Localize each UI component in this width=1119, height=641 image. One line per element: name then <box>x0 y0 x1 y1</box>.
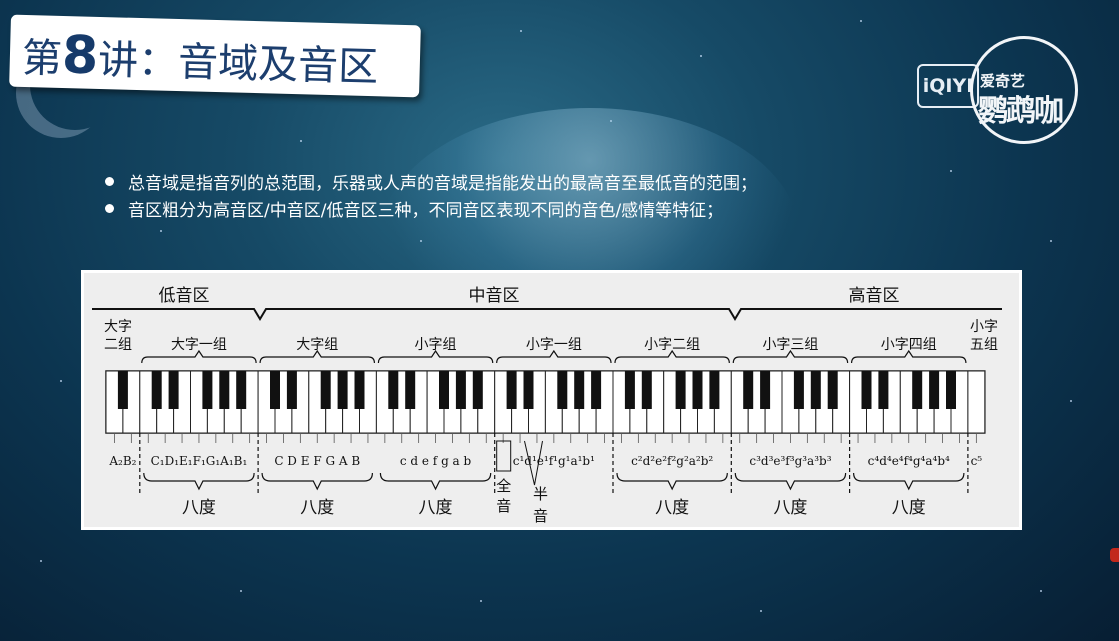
group-label: 小字 <box>970 319 998 335</box>
group-label: 大字 <box>104 319 132 335</box>
octave-brace <box>379 472 492 491</box>
black-key <box>675 371 686 409</box>
title-number: 8 <box>61 25 100 87</box>
octave-brace <box>616 472 728 491</box>
octave-label: 八度 <box>300 498 334 518</box>
black-key <box>709 371 720 409</box>
black-key <box>354 371 365 409</box>
black-key <box>151 371 162 409</box>
group-label: 二组 <box>104 337 132 353</box>
note-names-label: c²d²e²f²g²a²b² <box>631 454 713 468</box>
group-label: 小字二组 <box>644 337 700 353</box>
black-key <box>946 371 956 409</box>
note-names-label: c³d³e³f³g³a³b³ <box>749 454 831 468</box>
bullet-dot-icon <box>105 177 114 186</box>
whole-tone-label: 全 <box>496 477 511 495</box>
semitone-label: 音 <box>533 507 548 525</box>
note-names-label: c⁵ <box>971 454 983 468</box>
black-key <box>337 371 348 409</box>
group-label: 五组 <box>970 337 998 353</box>
group-label: 小字四组 <box>881 337 937 353</box>
whole-tone-marker <box>496 440 512 472</box>
channel-logo-big: 鹦鹉咖 <box>978 94 1064 129</box>
black-key <box>472 371 483 409</box>
black-key <box>168 371 179 409</box>
black-key <box>861 371 872 409</box>
black-key <box>692 371 703 409</box>
black-key <box>439 371 449 409</box>
register-label-mid: 中音区 <box>469 286 520 306</box>
black-key <box>641 371 652 409</box>
black-key <box>506 371 517 409</box>
note-names-label: c¹d¹e¹f¹g¹a¹b¹ <box>513 454 595 468</box>
group-label: 大字组 <box>296 337 338 353</box>
black-key <box>591 371 602 409</box>
black-key <box>117 371 128 409</box>
piano-diagram-svg: 低音区 中音区 高音区大字二组 大字一组 大字组 小字组 小字一组 小字二组 小字三组 小字四组 小… <box>92 286 1002 525</box>
black-key <box>743 371 754 409</box>
octave-brace <box>143 472 255 491</box>
note-names-label: C₁D₁E₁F₁G₁A₁B₁ <box>151 454 248 468</box>
black-key <box>236 371 247 409</box>
title-suffix: 讲：音域及音区 <box>97 37 379 91</box>
black-key <box>202 371 213 409</box>
bullet-text: 音区粗分为高音区/中音区/低音区三种，不同音区表现不同的音色/感情等特征； <box>128 201 724 221</box>
note-names-label: A₂B₂ <box>108 454 136 468</box>
black-key <box>405 371 416 409</box>
black-key <box>219 371 230 409</box>
black-key <box>624 371 635 409</box>
white-key <box>967 370 986 434</box>
black-key <box>929 371 940 409</box>
black-key <box>793 371 804 409</box>
note-names-label: c d e f g a b <box>400 454 472 468</box>
octave-label: 八度 <box>419 498 453 518</box>
black-key <box>878 371 889 409</box>
group-label: 小字组 <box>415 337 457 353</box>
register-label-high: 高音区 <box>849 286 900 306</box>
group-label: 小字三组 <box>762 337 818 353</box>
black-key <box>523 371 534 409</box>
bullet-list: 总音域是指音列的总范围，乐器或人声的音域是指能发出的最高音至最低音的范围； 音区… <box>105 168 757 222</box>
black-key <box>320 371 331 409</box>
black-key <box>388 371 399 409</box>
black-key <box>760 371 771 409</box>
octave-label: 八度 <box>892 498 926 518</box>
slide-title: 第8讲：音域及音区 <box>21 21 379 96</box>
bullet-item: 音区粗分为高音区/中音区/低音区三种，不同音区表现不同的音色/感情等特征； <box>105 195 757 222</box>
title-prefix: 第 <box>21 35 63 83</box>
black-key <box>574 371 585 409</box>
group-label: 大字一组 <box>171 337 227 353</box>
semitone-label: 半 <box>533 485 548 503</box>
octave-brace <box>853 472 965 491</box>
octave-brace <box>261 472 373 491</box>
bullet-dot-icon <box>105 204 114 213</box>
register-label-low: 低音区 <box>159 286 210 306</box>
octave-brace <box>734 472 847 491</box>
group-label: 小字一组 <box>526 337 582 353</box>
bullet-item: 总音域是指音列的总范围，乐器或人声的音域是指能发出的最高音至最低音的范围； <box>105 168 757 195</box>
black-key <box>286 371 297 409</box>
note-names-label: C D E F G A B <box>274 454 360 468</box>
black-key <box>557 371 568 409</box>
black-key <box>270 371 280 409</box>
note-names-label: c⁴d⁴e⁴f⁴g⁴a⁴b⁴ <box>868 454 950 468</box>
whole-tone-label: 音 <box>496 497 511 515</box>
edge-marker <box>1110 548 1119 562</box>
black-key <box>827 371 838 409</box>
octave-label: 八度 <box>773 498 807 518</box>
black-key <box>455 371 466 409</box>
piano-register-diagram: 低音区 中音区 高音区大字二组 大字一组 大字组 小字组 小字一组 小字二组 小字三组 小字四组 小… <box>81 270 1022 530</box>
black-key <box>810 371 821 409</box>
octave-label: 八度 <box>182 498 216 518</box>
black-key <box>912 371 923 409</box>
register-bracket-line <box>92 308 1002 321</box>
octave-label: 八度 <box>655 498 689 518</box>
bullet-text: 总音域是指音列的总范围，乐器或人声的音域是指能发出的最高音至最低音的范围； <box>128 174 757 194</box>
